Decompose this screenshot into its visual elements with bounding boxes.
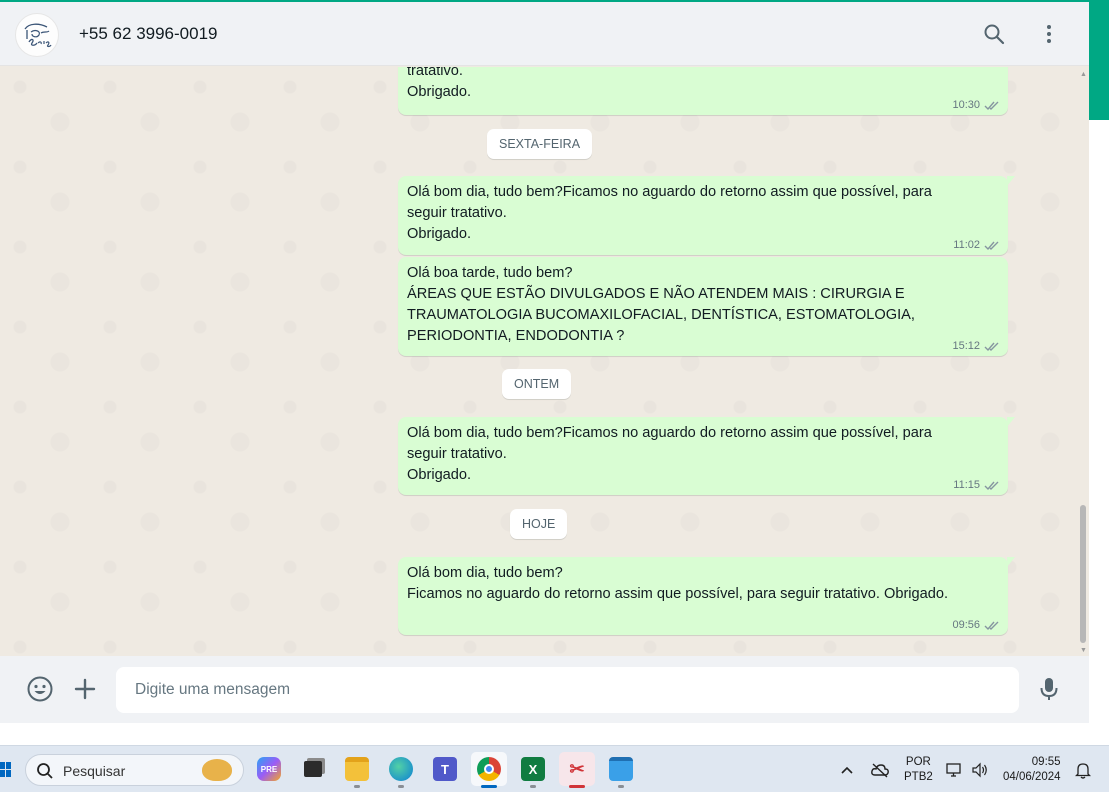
scroll-thumb[interactable] (1080, 505, 1086, 643)
message-text: Olá bom dia, tudo bem?Ficamos no aguardo… (407, 425, 932, 483)
double-check-icon (984, 342, 999, 351)
message-meta: 09:56 (952, 619, 1000, 631)
avatar[interactable] (15, 13, 59, 57)
whatsapp-window: +55 62 3996-0019 tratativo. Obrigado. 10… (0, 0, 1089, 723)
message-text: Olá bom dia, tudo bem? Ficamos no aguard… (407, 565, 949, 602)
language-line1: POR (905, 755, 931, 768)
clock-time: 09:55 (1031, 755, 1061, 768)
clock-date: 04/06/2024 (1003, 770, 1061, 783)
notifications-bell-icon[interactable] (1075, 746, 1091, 792)
teams-icon[interactable]: T (427, 752, 463, 786)
network-icon[interactable] (946, 746, 964, 792)
snipping-tool-icon[interactable]: ✂ (559, 752, 595, 788)
volume-icon[interactable] (971, 746, 989, 792)
message-text: Olá boa tarde, tudo bem? ÁREAS QUE ESTÃO… (407, 265, 915, 344)
language-indicator[interactable]: POR PTB2 (904, 746, 933, 792)
message-text: Olá bom dia, tudo bem?Ficamos no aguardo… (407, 184, 932, 242)
clock[interactable]: 09:55 04/06/2024 (1003, 746, 1061, 792)
message-time: 09:56 (952, 619, 980, 631)
search-icon (37, 763, 53, 779)
task-view-icon[interactable] (295, 752, 331, 786)
window-edge (1089, 0, 1109, 745)
double-check-icon (984, 621, 999, 630)
chat-scrollbar[interactable]: ▲ ▼ (1078, 67, 1089, 656)
windows-taskbar: Pesquisar PRE T X ✂ POR PTB2 09:55 04/06… (0, 745, 1109, 792)
message-time: 10:30 (952, 99, 980, 111)
scroll-up-arrow-icon[interactable]: ▲ (1080, 71, 1087, 78)
date-divider: HOJE (510, 509, 568, 539)
file-explorer-icon[interactable] (339, 752, 375, 788)
date-divider: ONTEM (502, 369, 572, 399)
taskbar-search[interactable]: Pesquisar (25, 754, 244, 786)
double-check-icon (984, 481, 999, 490)
message-text: tratativo. Obrigado. (407, 67, 472, 100)
chrome-icon[interactable] (471, 752, 507, 788)
copilot-icon[interactable]: PRE (251, 752, 287, 786)
scroll-down-arrow-icon[interactable]: ▼ (1080, 647, 1087, 654)
message-bubble[interactable]: Olá bom dia, tudo bem? Ficamos no aguard… (398, 557, 1015, 635)
message-meta: 10:30 (952, 99, 1000, 111)
emoji-icon[interactable] (25, 674, 55, 704)
avatar-logo-icon (24, 23, 52, 48)
message-meta: 11:15 (953, 479, 1000, 491)
message-bubble[interactable]: Olá bom dia, tudo bem?Ficamos no aguardo… (398, 417, 1015, 495)
message-bubble[interactable]: Olá bom dia, tudo bem?Ficamos no aguardo… (398, 176, 1015, 255)
message-time: 15:12 (952, 340, 980, 352)
microphone-icon[interactable] (1034, 674, 1064, 704)
contact-name[interactable]: +55 62 3996-0019 (79, 24, 218, 44)
notepad-icon[interactable] (603, 752, 639, 788)
cloud-offline-icon[interactable] (870, 746, 890, 792)
window-edge-accent (1089, 0, 1109, 120)
message-input[interactable] (116, 667, 1019, 713)
double-check-icon (984, 101, 999, 110)
windows-start-icon[interactable] (0, 762, 12, 778)
double-check-icon (984, 241, 999, 250)
message-bubble[interactable]: Olá boa tarde, tudo bem? ÁREAS QUE ESTÃO… (398, 257, 1008, 356)
message-meta: 11:02 (953, 239, 1000, 251)
plus-icon[interactable] (70, 674, 100, 704)
excel-icon[interactable]: X (515, 752, 551, 788)
message-composer (0, 656, 1089, 723)
message-list[interactable]: tratativo. Obrigado. 10:30 SEXTA-FEIRA O… (0, 67, 1089, 656)
taskbar-search-label: Pesquisar (63, 763, 126, 779)
show-hidden-icons-icon[interactable] (840, 746, 854, 792)
message-meta: 15:12 (952, 340, 1000, 352)
message-time: 11:02 (953, 239, 980, 251)
edge-icon[interactable] (383, 752, 419, 788)
date-divider: SEXTA-FEIRA (487, 129, 593, 159)
menu-dots-icon[interactable] (1035, 20, 1063, 48)
chat-header[interactable]: +55 62 3996-0019 (0, 2, 1089, 66)
search-highlight-icon (202, 759, 232, 781)
message-bubble[interactable]: tratativo. Obrigado. 10:30 (398, 67, 1008, 115)
message-time: 11:15 (953, 479, 980, 491)
search-icon[interactable] (980, 20, 1008, 48)
language-line2: PTB2 (904, 770, 933, 783)
